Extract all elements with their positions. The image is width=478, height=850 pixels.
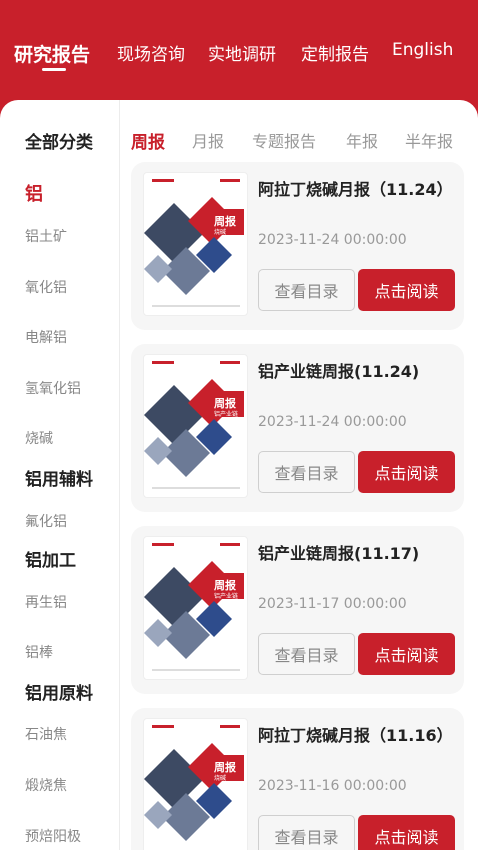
sidebar-item[interactable]: 铝土矿	[25, 226, 67, 246]
read-button[interactable]: 点击阅读	[358, 633, 455, 675]
read-button[interactable]: 点击阅读	[358, 269, 455, 311]
sidebar-item[interactable]: 电解铝	[25, 327, 67, 347]
category-sidebar: 全部分类铝铝土矿氧化铝电解铝氢氧化铝烧碱铝用辅料氟化铝铝加工再生铝铝棒铝用原料石…	[0, 100, 120, 850]
sidebar-item[interactable]: 全部分类	[25, 128, 93, 153]
sidebar-item[interactable]: 再生铝	[25, 592, 67, 612]
cover-subtitle: 铝产业链	[214, 411, 239, 418]
report-date: 2023-11-24 00:00:00	[258, 414, 407, 430]
sidebar-item[interactable]: 煅烧焦	[25, 775, 67, 795]
subtab-item[interactable]: 专题报告	[252, 128, 316, 152]
view-toc-button[interactable]: 查看目录	[258, 451, 355, 493]
report-cover-image[interactable]: 周报 烧碱	[143, 172, 248, 316]
report-title[interactable]: 阿拉丁烧碱月报（11.16）	[258, 724, 458, 747]
cover-subtitle: 铝产业链	[214, 593, 239, 600]
sidebar-item[interactable]: 氧化铝	[25, 277, 67, 297]
cover-subtitle: 烧碱	[214, 775, 227, 782]
tab-research-report[interactable]: 研究报告	[14, 40, 90, 67]
report-title[interactable]: 阿拉丁烧碱月报（11.24）	[258, 178, 458, 201]
cover-illustration	[144, 179, 244, 307]
report-title[interactable]: 铝产业链周报(11.24)	[258, 360, 458, 383]
sidebar-item[interactable]: 预焙阳极	[25, 826, 81, 846]
subtab-item[interactable]: 周报	[131, 128, 165, 153]
tab-onsite-consulting[interactable]: 现场咨询	[117, 40, 185, 65]
report-cover-image[interactable]: 周报 烧碱	[143, 718, 248, 850]
report-title[interactable]: 铝产业链周报(11.17)	[258, 542, 458, 565]
top-navigation: 研究报告 现场咨询 实地调研 定制报告 English	[0, 0, 478, 110]
report-cover-image[interactable]: 周报 铝产业链	[143, 354, 248, 498]
cover-illustration	[144, 725, 244, 841]
sidebar-item[interactable]: 石油焦	[25, 724, 67, 744]
sidebar-item[interactable]: 氟化铝	[25, 511, 67, 531]
sidebar-item[interactable]: 铝棒	[25, 642, 53, 662]
report-card[interactable]: 周报 烧碱 阿拉丁烧碱月报（11.16） 2023-11-16 00:00:00…	[131, 708, 464, 850]
read-button[interactable]: 点击阅读	[358, 451, 455, 493]
cover-subtitle: 烧碱	[214, 229, 227, 236]
view-toc-button[interactable]: 查看目录	[258, 815, 355, 850]
active-tab-indicator	[42, 68, 66, 71]
sidebar-item[interactable]: 烧碱	[25, 428, 53, 448]
tab-custom-report[interactable]: 定制报告	[301, 40, 369, 65]
sidebar-item[interactable]: 铝加工	[25, 546, 76, 571]
sidebar-item[interactable]: 氢氧化铝	[25, 378, 81, 398]
subtab-item[interactable]: 半年报	[405, 128, 453, 152]
cover-illustration	[144, 543, 244, 671]
report-card[interactable]: 周报 铝产业链 铝产业链周报(11.17) 2023-11-17 00:00:0…	[131, 526, 464, 694]
cover-illustration	[144, 361, 244, 489]
report-date: 2023-11-16 00:00:00	[258, 778, 407, 794]
tab-field-survey[interactable]: 实地调研	[208, 40, 276, 65]
read-button[interactable]: 点击阅读	[358, 815, 455, 850]
tab-english[interactable]: English	[392, 40, 453, 60]
report-card[interactable]: 周报 烧碱 阿拉丁烧碱月报（11.24） 2023-11-24 00:00:00…	[131, 162, 464, 330]
sidebar-item[interactable]: 铝用辅料	[25, 465, 93, 490]
sidebar-item[interactable]: 铝	[25, 180, 43, 206]
report-date: 2023-11-24 00:00:00	[258, 232, 407, 248]
report-card[interactable]: 周报 铝产业链 铝产业链周报(11.24) 2023-11-24 00:00:0…	[131, 344, 464, 512]
view-toc-button[interactable]: 查看目录	[258, 269, 355, 311]
subtab-item[interactable]: 年报	[346, 128, 378, 152]
subtab-item[interactable]: 月报	[192, 128, 224, 152]
report-cover-image[interactable]: 周报 铝产业链	[143, 536, 248, 680]
report-date: 2023-11-17 00:00:00	[258, 596, 407, 612]
view-toc-button[interactable]: 查看目录	[258, 633, 355, 675]
sidebar-item[interactable]: 铝用原料	[25, 679, 93, 704]
